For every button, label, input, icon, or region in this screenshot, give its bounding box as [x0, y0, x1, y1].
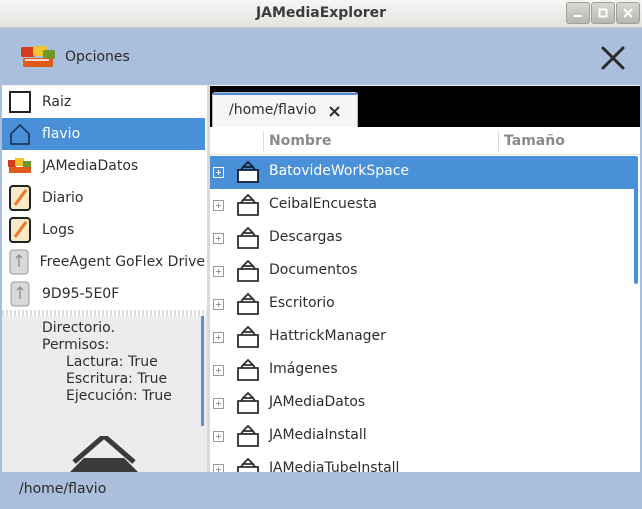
info-permissions-heading: Permisos: — [42, 337, 110, 353]
tree-row-name: BatovideWorkSpace — [269, 163, 410, 179]
folder-icon — [237, 325, 259, 348]
tree-row[interactable]: CeibalEncuesta — [210, 189, 635, 222]
device-label: Logs — [42, 222, 75, 238]
column-header-name[interactable]: Nombre — [269, 133, 331, 149]
device-item-raiz[interactable]: Raiz — [2, 86, 205, 118]
tree-row[interactable]: JAMediaInstall — [210, 420, 635, 453]
folder-icon — [237, 193, 259, 216]
expander-icon[interactable] — [213, 332, 224, 343]
tree-row[interactable]: HattrickManager — [210, 321, 635, 354]
tree-row[interactable]: JAMediaDatos — [210, 387, 635, 420]
device-label: Raiz — [42, 94, 72, 110]
folder-icon — [237, 358, 259, 381]
tree-header: Nombre Tamaño — [210, 127, 640, 155]
tree-row-name: Descargas — [269, 229, 343, 245]
device-label: FreeAgent GoFlex Drive — [39, 254, 205, 270]
device-item-flavio[interactable]: flavio — [2, 118, 205, 150]
folder-icon — [237, 391, 259, 414]
column-separator — [263, 131, 264, 151]
device-label: JAMediaDatos — [42, 158, 139, 174]
journal-icon — [7, 216, 33, 244]
tree-row[interactable]: Escritorio — [210, 288, 635, 321]
tree-row[interactable]: BatovideWorkSpace — [210, 156, 635, 189]
window-close-button[interactable] — [616, 2, 640, 24]
device-item-diario[interactable]: Diario — [2, 182, 205, 214]
info-scrollbar[interactable] — [201, 316, 204, 426]
device-label: flavio — [42, 126, 81, 142]
expander-icon[interactable] — [213, 365, 224, 376]
maximize-icon — [598, 8, 608, 18]
maximize-button[interactable] — [591, 2, 615, 24]
status-path: /home/flavio — [19, 481, 107, 497]
directory-preview-icon — [70, 436, 138, 472]
journal-icon — [7, 184, 33, 212]
root-square-icon — [7, 88, 33, 116]
home-icon — [7, 120, 33, 148]
tree-row-name: Documentos — [269, 262, 358, 278]
folder-icon — [237, 259, 259, 282]
tree-row[interactable]: JAMediaTubeInstall — [210, 453, 635, 472]
info-type: Directorio. — [42, 320, 115, 336]
window-titlebar: JAMediaExplorer — [0, 0, 642, 28]
tree-row-name: JAMediaDatos — [269, 394, 366, 410]
jamedia-explorer-logo — [21, 46, 55, 67]
folder-icon — [237, 457, 259, 472]
options-header: Opciones — [2, 29, 640, 85]
file-tree: Nombre Tamaño BatovideWorkSpace CeibalEnc… — [210, 127, 640, 472]
tree-row[interactable]: Documentos — [210, 255, 635, 288]
info-write: Escritura: True — [66, 371, 168, 387]
device-label: 9D95-5E0F — [42, 286, 120, 302]
expander-icon[interactable] — [213, 299, 224, 310]
tree-row[interactable]: Descargas — [210, 222, 635, 255]
tree-row-name: Escritorio — [269, 295, 335, 311]
jamedia-icon — [7, 152, 33, 180]
expander-icon[interactable] — [213, 398, 224, 409]
tree-row-name: CeibalEncuesta — [269, 196, 377, 212]
device-label: Diario — [42, 190, 84, 206]
tree-row-name: JAMediaInstall — [269, 427, 367, 443]
device-list: Raiz flavio JAMediaDatos Diario Logs Fre… — [2, 86, 207, 310]
tree-row-name: JAMediaTubeInstall — [269, 460, 400, 472]
tree-scrollbar[interactable] — [634, 156, 638, 284]
expander-icon[interactable] — [213, 464, 224, 472]
window-controls — [566, 2, 640, 24]
close-panel-icon[interactable] — [600, 45, 626, 71]
expander-icon[interactable] — [213, 431, 224, 442]
info-execute: Ejecución: True — [66, 388, 172, 404]
minimize-button[interactable] — [566, 2, 590, 24]
column-header-size[interactable]: Tamaño — [504, 133, 565, 149]
usb-drive-icon — [7, 280, 33, 308]
tab-home-flavio[interactable]: /home/flavio — [212, 92, 358, 128]
device-item-jamediadatos[interactable]: JAMediaDatos — [2, 150, 205, 182]
usb-drive-icon — [7, 248, 31, 276]
folder-icon — [237, 226, 259, 249]
column-separator — [498, 131, 499, 151]
folder-icon — [237, 424, 259, 447]
expander-icon[interactable] — [213, 266, 224, 277]
tree-row-name: Imágenes — [269, 361, 338, 377]
right-panel: /home/flavio Nombre Tamaño BatovideWorkS… — [210, 86, 640, 472]
info-read: Lactura: True — [66, 354, 158, 370]
expander-icon[interactable] — [213, 200, 224, 211]
minimize-icon — [574, 15, 582, 17]
close-tab-icon[interactable] — [328, 105, 341, 118]
tree-row[interactable]: Imágenes — [210, 354, 635, 387]
folder-icon — [237, 292, 259, 315]
left-panel: Raiz flavio JAMediaDatos Diario Logs Fre… — [2, 86, 207, 472]
expander-icon[interactable] — [213, 233, 224, 244]
window-title: JAMediaExplorer — [255, 5, 387, 21]
options-label[interactable]: Opciones — [65, 49, 130, 65]
tab-label: /home/flavio — [229, 102, 317, 118]
tree-row-name: HattrickManager — [269, 328, 386, 344]
device-item-freeagent[interactable]: FreeAgent GoFlex Drive — [2, 246, 205, 278]
expander-icon[interactable] — [213, 167, 224, 178]
device-item-logs[interactable]: Logs — [2, 214, 205, 246]
info-panel: Directorio. Permisos: Lactura: True Escr… — [2, 316, 207, 472]
folder-icon — [237, 160, 259, 183]
device-item-9d95[interactable]: 9D95-5E0F — [2, 278, 205, 310]
status-bar: /home/flavio — [2, 472, 640, 507]
close-icon — [623, 8, 633, 18]
